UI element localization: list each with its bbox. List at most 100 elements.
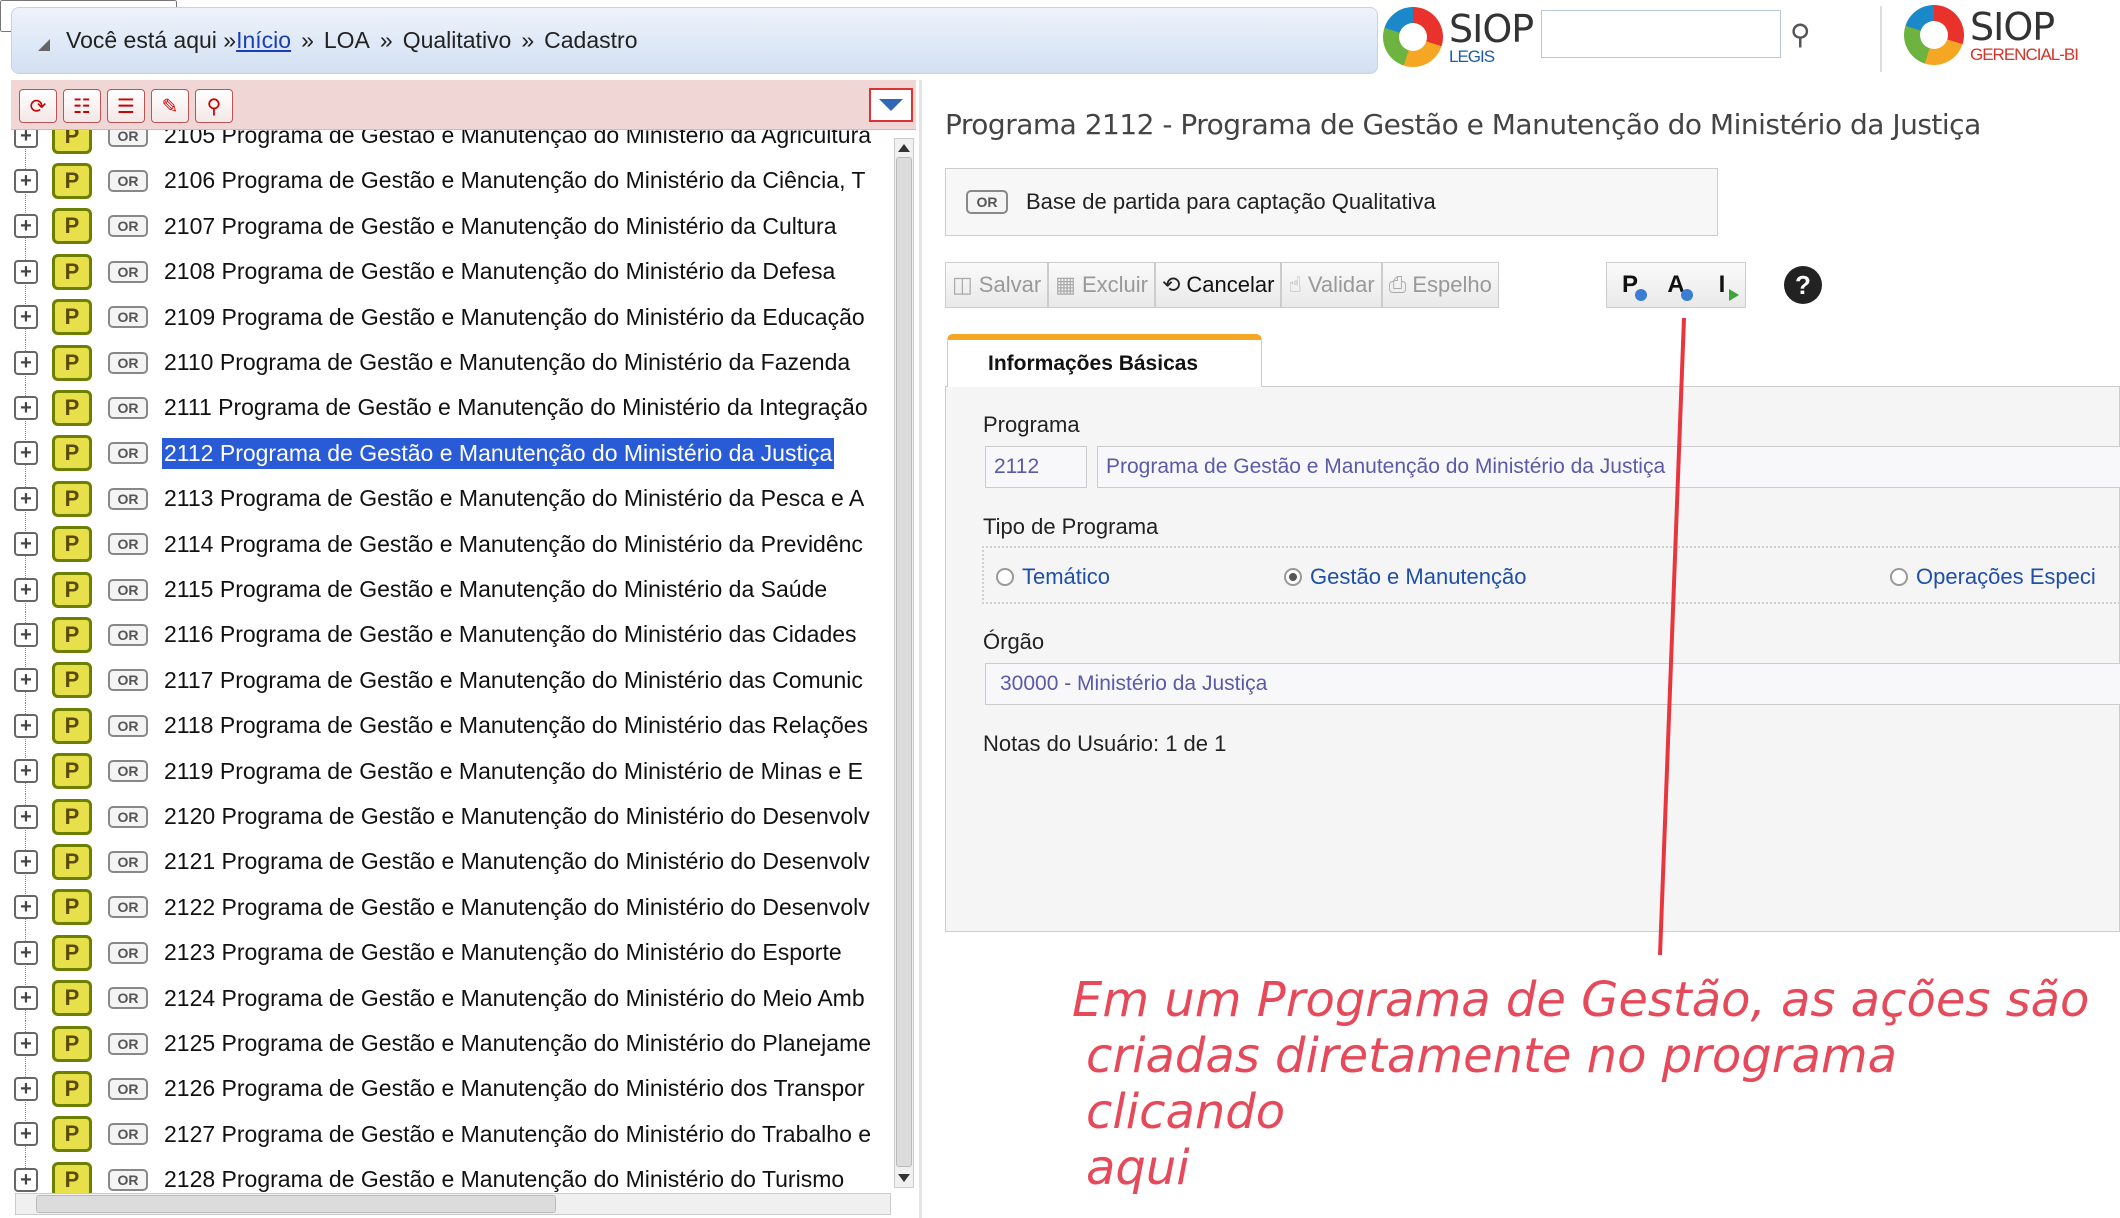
tree-item-label[interactable]: 2118 Programa de Gestão e Manutenção do … bbox=[162, 710, 870, 741]
tree-item-label[interactable]: 2126 Programa de Gestão e Manutenção do … bbox=[162, 1073, 867, 1104]
search-icon[interactable]: ⚲ bbox=[1790, 18, 1824, 52]
panel-splitter[interactable] bbox=[919, 80, 922, 1218]
tree-item[interactable]: + P OR 2117 Programa de Gestão e Manutenção… bbox=[11, 657, 890, 703]
tree-item-label[interactable]: 2109 Programa de Gestão e Manutenção do … bbox=[162, 302, 867, 333]
tree-item-label[interactable]: 2124 Programa de Gestão e Manutenção do … bbox=[162, 983, 867, 1014]
search-icon[interactable]: ⚲ bbox=[195, 89, 233, 123]
add-program-button[interactable]: P bbox=[1607, 263, 1653, 307]
help-icon[interactable]: ? bbox=[1784, 266, 1822, 304]
expand-plus-icon[interactable]: + bbox=[14, 486, 38, 511]
tree-item[interactable]: + P OR 2125 Programa de Gestão e Manutenção… bbox=[11, 1021, 890, 1066]
header-search-input[interactable] bbox=[1541, 10, 1781, 58]
orgao-field[interactable]: 30000 - Ministério da Justiça bbox=[985, 663, 2120, 705]
expand-plus-icon[interactable]: + bbox=[14, 986, 38, 1011]
tree-vertical-scrollbar[interactable] bbox=[894, 138, 914, 1188]
expand-plus-icon[interactable]: + bbox=[14, 214, 38, 239]
expand-plus-icon[interactable]: + bbox=[14, 259, 38, 284]
tree-item-label[interactable]: 2114 Programa de Gestão e Manutenção do … bbox=[162, 529, 865, 560]
tree-item[interactable]: + P OR 2107 Programa de Gestão e Manutenção… bbox=[11, 203, 890, 249]
breadcrumb-home-link[interactable]: Início bbox=[236, 27, 291, 54]
save-button[interactable]: ◫ Salvar bbox=[945, 262, 1049, 308]
tree-item-label[interactable]: 2127 Programa de Gestão e Manutenção do … bbox=[162, 1119, 873, 1150]
tree-item[interactable]: + P OR 2128 Programa de Gestão e Manutenção… bbox=[11, 1157, 890, 1198]
siop-gerencial-bi-logo[interactable]: SIOP GERENCIAL-BI bbox=[1904, 5, 2079, 65]
scroll-up-icon[interactable] bbox=[898, 144, 910, 152]
expand-plus-icon[interactable]: + bbox=[14, 895, 38, 920]
hierarchy-icon[interactable]: ☷ bbox=[63, 89, 101, 123]
expand-plus-icon[interactable]: + bbox=[14, 305, 38, 330]
tree-item-label[interactable]: 2119 Programa de Gestão e Manutenção do … bbox=[162, 756, 865, 787]
siop-legis-logo[interactable]: SIOP LEGIS bbox=[1383, 7, 1534, 67]
tree-item-label[interactable]: 2111 Programa de Gestão e Manutenção do … bbox=[162, 392, 870, 423]
tree-item-label[interactable]: 2106 Programa de Gestão e Manutenção do … bbox=[162, 165, 867, 196]
tree-item[interactable]: + P OR 2108 Programa de Gestão e Manutenção… bbox=[11, 249, 890, 295]
refresh-icon[interactable]: ⟳ bbox=[19, 89, 57, 123]
tree-item-label[interactable]: 2125 Programa de Gestão e Manutenção do … bbox=[162, 1028, 873, 1059]
programa-code-field[interactable]: 2112 bbox=[985, 446, 1087, 488]
tree-menu-dropdown-button[interactable] bbox=[869, 88, 913, 122]
expand-plus-icon[interactable]: + bbox=[14, 168, 38, 193]
tree-item[interactable]: + P OR 2112 Programa de Gestão e Manutenção… bbox=[11, 430, 890, 476]
expand-plus-icon[interactable]: + bbox=[14, 1076, 38, 1101]
expand-plus-icon[interactable]: + bbox=[14, 577, 38, 602]
expand-plus-icon[interactable]: + bbox=[14, 130, 38, 148]
tree-item[interactable]: + P OR 2109 Programa de Gestão e Manutenção… bbox=[11, 294, 890, 340]
expand-plus-icon[interactable]: + bbox=[14, 668, 38, 693]
tree-item-label[interactable]: 2107 Programa de Gestão e Manutenção do … bbox=[162, 211, 839, 242]
tree-item[interactable]: + P OR 2121 Programa de Gestão e Manutenção… bbox=[11, 839, 890, 885]
tree-item-label[interactable]: 2110 Programa de Gestão e Manutenção do … bbox=[162, 347, 852, 378]
expand-plus-icon[interactable]: + bbox=[14, 940, 38, 965]
mirror-print-button[interactable]: ⎙ Espelho bbox=[1381, 262, 1499, 308]
tree-item[interactable]: + P OR 2116 Programa de Gestão e Manutenção… bbox=[11, 612, 890, 658]
validate-button[interactable]: ☝ Validar bbox=[1281, 262, 1382, 308]
cancel-button[interactable]: ⟲ Cancelar bbox=[1154, 262, 1282, 308]
tab-informacoes-basicas[interactable]: Informações Básicas bbox=[947, 334, 1262, 387]
tree-item-label[interactable]: 2116 Programa de Gestão e Manutenção do … bbox=[162, 619, 859, 650]
scrollbar-thumb[interactable] bbox=[36, 1195, 556, 1213]
expand-plus-icon[interactable]: + bbox=[14, 350, 38, 375]
tree-item-label[interactable]: 2108 Programa de Gestão e Manutenção do … bbox=[162, 256, 837, 287]
tree-item[interactable]: + P OR 2126 Programa de Gestão e Manutenção… bbox=[11, 1066, 890, 1112]
expand-plus-icon[interactable]: + bbox=[14, 849, 38, 874]
tree-item[interactable]: + P OR 2110 Programa de Gestão e Manutenção… bbox=[11, 340, 890, 385]
tree-item-label[interactable]: 2121 Programa de Gestão e Manutenção do … bbox=[162, 846, 872, 877]
expand-plus-icon[interactable]: + bbox=[14, 441, 38, 466]
tree-item[interactable]: + P OR 2120 Programa de Gestão e Manutenção… bbox=[11, 794, 890, 839]
tree-item[interactable]: + P OR 2106 Programa de Gestão e Manutenção… bbox=[11, 158, 890, 204]
tree-item[interactable]: + P OR 2119 Programa de Gestão e Manutenção… bbox=[11, 748, 890, 794]
tree-item-label[interactable]: 2117 Programa de Gestão e Manutenção do … bbox=[162, 665, 865, 696]
add-action-button[interactable]: A bbox=[1653, 263, 1699, 307]
tree-item-label[interactable]: 2120 Programa de Gestão e Manutenção do … bbox=[162, 801, 872, 832]
tree-item[interactable]: + P OR 2123 Programa de Gestão e Manutenção… bbox=[11, 930, 890, 976]
tree-item[interactable]: + P OR 2111 Programa de Gestão e Manutenção… bbox=[11, 385, 890, 431]
tree-item[interactable]: + P OR 2118 Programa de Gestão e Manutenção… bbox=[11, 703, 890, 749]
expand-plus-icon[interactable]: + bbox=[14, 1031, 38, 1056]
tree-item[interactable]: + P OR 2113 Programa de Gestão e Manutenção… bbox=[11, 476, 890, 522]
tree-item[interactable]: + P OR 2124 Programa de Gestão e Manutenção… bbox=[11, 975, 890, 1021]
tree-item[interactable]: + P OR 2105 Programa de Gestão e Manutenção… bbox=[11, 130, 890, 158]
tree-item-label[interactable]: 2112 Programa de Gestão e Manutenção do … bbox=[162, 437, 835, 469]
tree-item[interactable]: + P OR 2115 Programa de Gestão e Manutenção… bbox=[11, 567, 890, 612]
expand-plus-icon[interactable]: + bbox=[14, 713, 38, 738]
expand-plus-icon[interactable]: + bbox=[14, 395, 38, 420]
tree-structure-icon[interactable]: ☰ bbox=[107, 89, 145, 123]
tree-item-label[interactable]: 2115 Programa de Gestão e Manutenção do … bbox=[162, 574, 829, 605]
expand-plus-icon[interactable]: + bbox=[14, 1122, 38, 1147]
tree-item-label[interactable]: 2113 Programa de Gestão e Manutenção do … bbox=[162, 483, 866, 514]
tree-horizontal-scrollbar[interactable] bbox=[15, 1193, 891, 1215]
expand-plus-icon[interactable]: + bbox=[14, 804, 38, 829]
programa-name-field[interactable]: Programa de Gestão e Manutenção do Minis… bbox=[1097, 446, 2120, 488]
tree-item-label[interactable]: 2123 Programa de Gestão e Manutenção do … bbox=[162, 937, 844, 968]
expand-plus-icon[interactable]: + bbox=[14, 759, 38, 784]
radio-gestao-manutencao[interactable]: Gestão e Manutenção bbox=[1284, 564, 1526, 590]
scroll-down-icon[interactable] bbox=[898, 1174, 910, 1182]
tree-item[interactable]: + P OR 2122 Programa de Gestão e Manutenção… bbox=[11, 884, 890, 930]
tree-item-label[interactable]: 2105 Programa de Gestão e Manutenção do … bbox=[162, 130, 873, 151]
radio-operacoes-especiais[interactable]: Operações Especi bbox=[1890, 564, 2096, 590]
tree-item[interactable]: + P OR 2127 Programa de Gestão e Manutenção… bbox=[11, 1111, 890, 1157]
indicator-button[interactable]: I bbox=[1699, 263, 1745, 307]
radio-tematico[interactable]: Temático bbox=[996, 564, 1110, 590]
tree-item-label[interactable]: 2128 Programa de Gestão e Manutenção do … bbox=[162, 1164, 846, 1195]
expand-plus-icon[interactable]: + bbox=[14, 1167, 38, 1192]
scrollbar-thumb[interactable] bbox=[896, 157, 912, 1167]
